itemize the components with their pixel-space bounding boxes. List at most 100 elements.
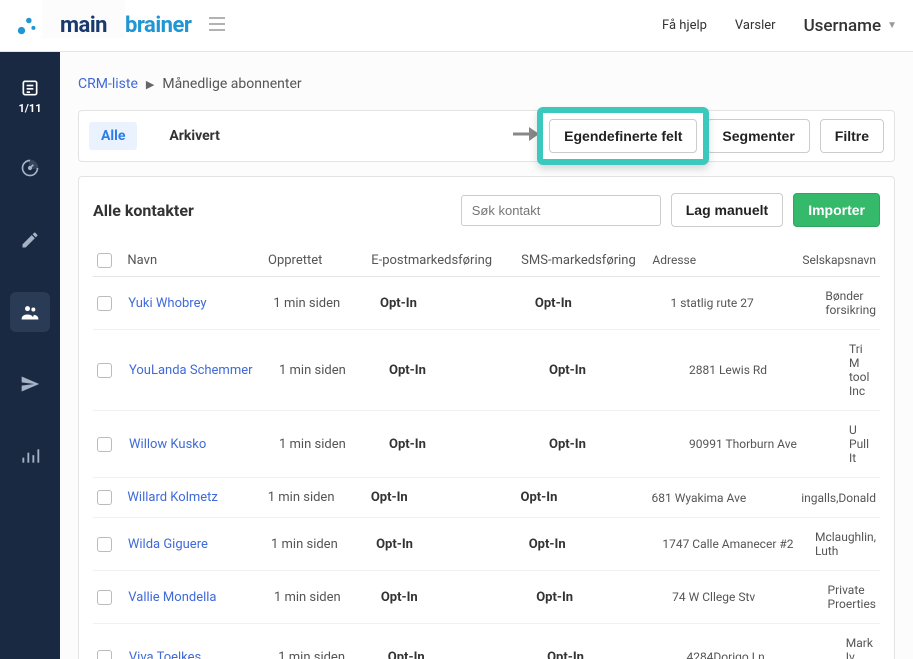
sidebar-item-edit[interactable]	[10, 220, 50, 260]
segments-button[interactable]: Segmenter	[707, 119, 809, 153]
help-link[interactable]: Få hjelp	[662, 18, 707, 33]
cell-email-opt: Opt-In	[381, 590, 418, 605]
sidebar-counter: 1/11	[18, 102, 41, 115]
chevron-right-icon: ▶	[146, 78, 154, 91]
table-row: Viva Toelkes 1 min siden Opt-In Opt-In 4284D…	[93, 624, 880, 659]
row-checkbox[interactable]	[97, 296, 112, 311]
row-checkbox[interactable]	[97, 437, 112, 452]
row-checkbox[interactable]	[97, 537, 112, 552]
sidebar-item-dashboard[interactable]	[10, 148, 50, 188]
cell-created: 1 min siden	[275, 363, 385, 378]
cell-company: Mark Iv Press	[842, 636, 880, 659]
col-email[interactable]: E-postmarkedsføring	[367, 253, 517, 268]
cell-created: 1 min siden	[275, 437, 385, 452]
cell-email-opt: Opt-In	[380, 296, 417, 311]
contact-link[interactable]: Yuki Whobrey	[128, 296, 206, 311]
cell-email-opt: Opt-In	[389, 437, 426, 452]
custom-fields-button[interactable]: Egendefinerte felt	[549, 119, 697, 153]
logo-dots-icon	[16, 15, 38, 37]
search-input[interactable]	[461, 195, 661, 226]
breadcrumb-root[interactable]: CRM-liste	[78, 76, 138, 92]
cell-address: 4284Dorigo Ln	[682, 650, 841, 659]
cell-company: Tri M tool Inc	[845, 342, 880, 398]
contact-link[interactable]: Wilda Giguere	[128, 537, 208, 552]
cell-company: Mclaughlin, Luth	[811, 530, 880, 558]
col-sms[interactable]: SMS-markedsføring	[517, 253, 648, 268]
main-content: CRM-liste ▶ Månedlige abonnenter Alle Ar…	[60, 52, 913, 659]
sidebar-item-send[interactable]	[10, 364, 50, 404]
username-label: Username	[804, 16, 882, 36]
cell-address: 1747 Calle Amanecer #2	[658, 537, 811, 551]
cell-created: 1 min siden	[264, 490, 367, 505]
breadcrumb-current: Månedlige abonnenter	[162, 76, 301, 92]
cell-address: 74 W Cllege Stv	[668, 590, 823, 604]
arrow-indicator-icon	[513, 125, 539, 147]
contacts-table: Navn Opprettet E-postmarkedsføring SMS-m…	[93, 245, 880, 659]
cell-company: U Pull It	[845, 423, 880, 465]
cell-sms-opt: Opt-In	[549, 363, 586, 378]
cell-email-opt: Opt-In	[388, 650, 425, 659]
cell-created: 1 min siden	[274, 650, 384, 659]
breadcrumb: CRM-liste ▶ Månedlige abonnenter	[78, 76, 895, 92]
cell-sms-opt: Opt-In	[549, 437, 586, 452]
alerts-link[interactable]: Varsler	[735, 18, 776, 33]
filters-button[interactable]: Filtre	[820, 119, 884, 153]
logo-text: mainbrainer	[42, 13, 191, 38]
contact-link[interactable]: Willow Kusko	[129, 437, 206, 452]
cell-sms-opt: Opt-In	[529, 537, 566, 552]
row-checkbox[interactable]	[97, 363, 112, 378]
cell-address: 1 statlig rute 27	[666, 296, 821, 310]
card-title: Alle kontakter	[93, 201, 194, 220]
cell-email-opt: Opt-In	[389, 363, 426, 378]
table-row: Yuki Whobrey 1 min siden Opt-In Opt-In 1 sta…	[93, 277, 880, 330]
table-row: YouLanda Schemmer 1 min siden Opt-In Opt-In…	[93, 330, 880, 411]
import-button[interactable]: Importer	[793, 193, 880, 227]
cell-sms-opt: Opt-In	[521, 490, 558, 505]
cell-address: 2881 Lewis Rd	[685, 363, 845, 377]
cell-email-opt: Opt-In	[376, 537, 413, 552]
cell-created: 1 min siden	[269, 296, 376, 311]
contact-link[interactable]: Willard Kolmetz	[127, 490, 218, 505]
cell-created: 1 min siden	[270, 590, 377, 605]
tab-archived[interactable]: Arkivert	[157, 122, 231, 150]
cell-email-opt: Opt-In	[371, 490, 408, 505]
caret-down-icon: ▼	[887, 20, 897, 31]
col-name[interactable]: Navn	[123, 253, 264, 268]
menu-toggle-icon[interactable]	[209, 17, 225, 35]
contact-link[interactable]: Vallie Mondella	[128, 590, 216, 605]
table-row: Vallie Mondella 1 min siden Opt-In Opt-In 74…	[93, 571, 880, 624]
cell-company: Private Proerties	[824, 583, 880, 611]
sidebar-item-contacts[interactable]	[10, 292, 50, 332]
cell-sms-opt: Opt-In	[535, 296, 572, 311]
sidebar-item-list[interactable]: 1/11	[10, 76, 50, 116]
contacts-card: Alle kontakter Lag manuelt Importer Navn…	[78, 176, 895, 659]
sidebar-item-analytics[interactable]	[10, 436, 50, 476]
table-row: Willow Kusko 1 min siden Opt-In Opt-In 90991…	[93, 411, 880, 478]
col-company[interactable]: Selskapsnavn	[798, 253, 880, 268]
contact-link[interactable]: Viva Toelkes	[129, 650, 201, 659]
table-header: Navn Opprettet E-postmarkedsføring SMS-m…	[93, 245, 880, 277]
cell-company: ingalls,Donald	[797, 491, 880, 505]
cell-sms-opt: Opt-In	[547, 650, 584, 659]
create-manual-button[interactable]: Lag manuelt	[671, 193, 783, 227]
cell-created: 1 min siden	[267, 537, 372, 552]
table-row: Wilda Giguere 1 min siden Opt-In Opt-In 1747…	[93, 518, 880, 571]
row-checkbox[interactable]	[97, 490, 112, 505]
select-all-checkbox[interactable]	[97, 253, 112, 268]
cell-address: 90991 Thorburn Ave	[685, 437, 845, 451]
sidebar: 1/11	[0, 52, 60, 659]
cell-company: Bønder forsikring	[821, 289, 880, 317]
top-bar: mainbrainer Få hjelp Varsler Username ▼	[0, 0, 913, 52]
table-row: Willard Kolmetz 1 min siden Opt-In Opt-In 68…	[93, 478, 880, 518]
contact-link[interactable]: YouLanda Schemmer	[129, 363, 253, 378]
row-checkbox[interactable]	[97, 650, 112, 659]
row-checkbox[interactable]	[97, 590, 112, 605]
col-created[interactable]: Opprettet	[264, 253, 367, 268]
tab-all[interactable]: Alle	[89, 122, 137, 150]
cell-sms-opt: Opt-In	[536, 590, 573, 605]
cell-address: 681 Wyakima Ave	[648, 491, 798, 505]
col-address[interactable]: Adresse	[648, 253, 798, 268]
brand-logo[interactable]: mainbrainer	[16, 13, 191, 38]
user-menu[interactable]: Username ▼	[804, 16, 897, 36]
tabs-bar: Alle Arkivert Egendefinerte felt Segment…	[78, 110, 895, 162]
